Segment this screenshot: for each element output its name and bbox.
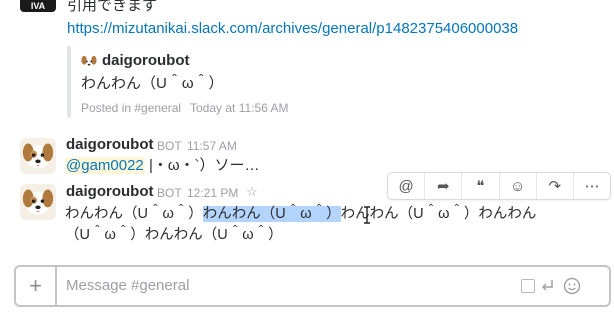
bot-badge: BOT	[157, 186, 182, 200]
message-time[interactable]: 12:21 PM	[187, 186, 238, 200]
add-attachment-button[interactable]: +	[16, 267, 57, 305]
quote-icon[interactable]: ❝	[462, 173, 500, 199]
message-text: 引用できます	[67, 0, 158, 14]
bot-badge: BOT	[157, 139, 182, 153]
dog-face-icon	[22, 143, 54, 169]
message-text-line2: （U＾ω＾）わんわん（U＾ω＾）	[65, 227, 283, 243]
quote-author[interactable]: daigoroubot	[102, 52, 189, 69]
avatar[interactable]	[20, 184, 56, 220]
message-time[interactable]: 11:57 AM	[187, 139, 237, 153]
message-author[interactable]: daigoroubot	[66, 136, 153, 153]
quote-bar	[67, 46, 71, 118]
checkbox-icon[interactable]	[521, 279, 535, 293]
quote-avatar	[81, 54, 97, 70]
at-icon[interactable]: @	[388, 173, 426, 199]
message-text: わんわん（U＾ω＾）わんわん（U＾ω＾）わんわん（U＾ω＾）わんわん	[65, 204, 536, 224]
message-text: @gam0022 |・ω・`）ソー…	[65, 156, 260, 176]
emoji-icon[interactable]	[563, 277, 581, 295]
return-icon[interactable]	[539, 278, 555, 294]
share-arrow-icon[interactable]: ➦	[425, 173, 463, 199]
message-link[interactable]: https://mizutanikai.slack.com/archives/g…	[67, 20, 518, 37]
message-body: |・ω・`）ソー…	[148, 157, 260, 174]
text-cursor-icon	[364, 206, 370, 224]
message-input-placeholder[interactable]: Message #general	[66, 277, 189, 294]
message-author[interactable]: daigoroubot	[66, 183, 153, 200]
dog-face-icon	[22, 189, 54, 215]
quote-posted-in[interactable]: Posted in #general	[81, 101, 181, 115]
forward-icon[interactable]: ↷	[537, 173, 574, 199]
more-icon[interactable]: ⋯	[574, 173, 610, 199]
selected-text: わんわん（U＾ω＾）	[202, 206, 341, 222]
avatar[interactable]: IVA	[20, 0, 56, 12]
add-reaction-icon[interactable]: ☺	[500, 173, 537, 199]
star-icon[interactable]: ☆	[246, 184, 258, 200]
quote-time[interactable]: Today at 11:56 AM	[190, 101, 289, 115]
message-actions-toolbar: @ ➦ ❝ ☺ ↷ ⋯	[387, 172, 611, 200]
user-mention[interactable]: @gam0022	[65, 157, 145, 174]
message-segment: わんわん（U＾ω＾）	[65, 206, 203, 222]
avatar[interactable]	[20, 138, 56, 174]
message-composer[interactable]: + Message #general	[14, 265, 611, 307]
quote-text: わんわん（U＾ω＾）	[81, 75, 224, 92]
